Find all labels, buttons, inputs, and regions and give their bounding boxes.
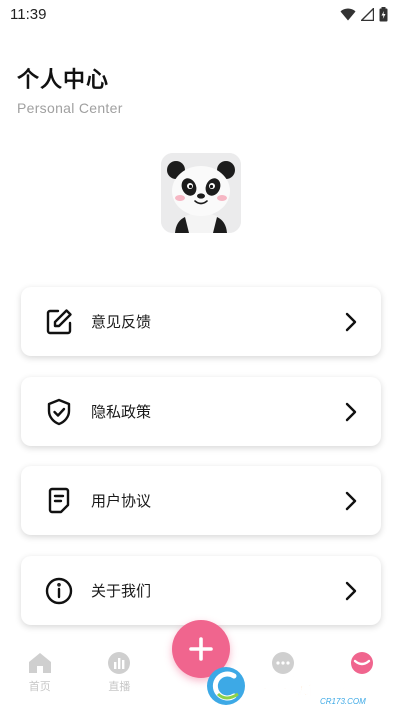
chevron-right-icon	[339, 310, 363, 334]
status-time: 11:39	[10, 5, 47, 23]
shield-check-icon	[43, 396, 75, 428]
signal-icon	[361, 7, 374, 21]
page-title: 个人中心	[17, 68, 110, 93]
menu-item-user-agreement[interactable]: 用户协议	[21, 466, 381, 535]
info-icon	[43, 575, 75, 607]
page-header: 个人中心 Personal Center	[17, 62, 123, 116]
live-chart-icon	[108, 652, 131, 674]
tab-live[interactable]: 直播	[89, 652, 149, 694]
wifi-icon	[340, 8, 356, 20]
battery-icon	[379, 6, 388, 21]
home-icon	[28, 653, 51, 673]
document-icon	[43, 485, 75, 517]
menu-item-label: 意见反馈	[91, 313, 152, 331]
menu-item-feedback[interactable]: 意见反馈	[21, 287, 381, 356]
plus-icon	[189, 637, 213, 661]
avatar[interactable]	[161, 153, 241, 233]
chevron-right-icon	[339, 489, 363, 513]
status-icons	[340, 6, 388, 22]
watermark-logo: 西西软件园 CR173.COM	[204, 664, 390, 708]
chevron-right-icon	[339, 400, 363, 424]
tab-home[interactable]: 首页	[10, 652, 70, 694]
chevron-right-icon	[339, 579, 363, 603]
menu-item-about-us[interactable]: 关于我们	[21, 556, 381, 625]
page-subtitle: Personal Center	[17, 100, 123, 116]
menu-item-label: 关于我们	[91, 582, 152, 600]
panda-avatar-image	[161, 153, 241, 233]
menu-item-label: 隐私政策	[91, 403, 152, 421]
menu-item-label: 用户协议	[91, 492, 152, 510]
edit-icon	[43, 306, 75, 338]
status-bar: 11:39	[0, 0, 402, 28]
watermark-url: CR173.COM	[320, 697, 366, 706]
watermark-brand: 西西软件园	[248, 675, 348, 699]
tab-label: 直播	[108, 680, 131, 693]
menu-item-privacy-policy[interactable]: 隐私政策	[21, 377, 381, 446]
tab-label: 首页	[28, 680, 51, 693]
